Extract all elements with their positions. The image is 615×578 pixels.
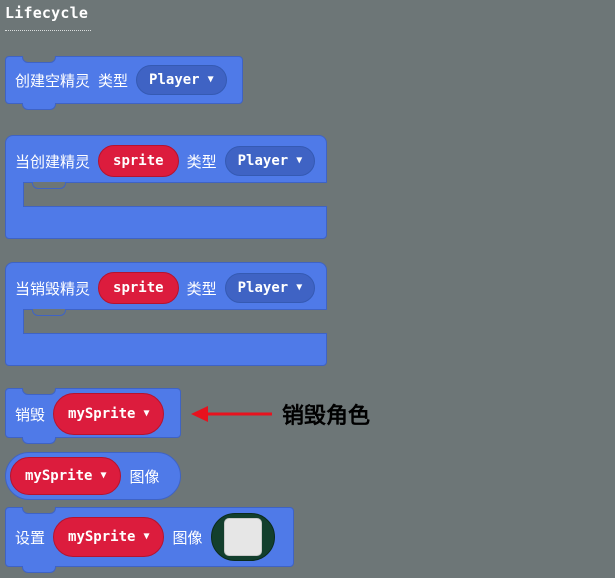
annotation-arrow-icon [191, 406, 272, 422]
sprite-image-reporter[interactable]: mySprite ▼ 图像 [5, 452, 181, 500]
set-label: 设置 [15, 528, 46, 547]
caret-down-icon: ▼ [296, 155, 303, 166]
caret-down-icon: ▼ [143, 408, 150, 419]
kind-dropdown[interactable]: Player ▼ [224, 273, 316, 303]
kind-dropdown[interactable]: Player ▼ [136, 65, 227, 95]
category-title: Lifecycle [5, 4, 89, 22]
statement-slot[interactable] [23, 182, 327, 207]
my-sprite-dropdown[interactable]: mySprite ▼ [53, 393, 165, 435]
caret-down-icon: ▼ [143, 531, 150, 542]
my-sprite-value: mySprite [25, 468, 93, 484]
annotation-label: 销毁角色 [282, 404, 371, 429]
destroy-label: 销毁 [15, 405, 46, 424]
type-label: 类型 [186, 152, 217, 171]
kind-value: Player [237, 153, 289, 169]
sprite-variable[interactable]: sprite [98, 145, 179, 177]
on-created-label: 当创建精灵 [15, 152, 91, 171]
caret-down-icon: ▼ [296, 282, 303, 293]
image-picker[interactable] [210, 513, 275, 561]
my-sprite-dropdown[interactable]: mySprite ▼ [53, 517, 165, 557]
on-destroyed-label: 当销毁精灵 [15, 279, 91, 298]
destroy-sprite-block[interactable]: 销毁 mySprite ▼ [5, 388, 181, 444]
kind-value: Player [237, 280, 289, 296]
image-preview [223, 518, 262, 556]
sprite-variable[interactable]: sprite [98, 272, 179, 304]
caret-down-icon: ▼ [100, 470, 107, 481]
kind-value: Player [149, 72, 200, 88]
my-sprite-value: mySprite [68, 406, 136, 422]
caret-down-icon: ▼ [207, 74, 214, 85]
image-label: 图像 [129, 467, 160, 486]
on-created-sprite-block[interactable]: 当创建精灵 sprite 类型 Player ▼ [5, 135, 327, 239]
statement-slot[interactable] [23, 309, 327, 334]
image-label: 图像 [172, 528, 203, 547]
my-sprite-dropdown[interactable]: mySprite ▼ [10, 457, 122, 495]
on-destroyed-sprite-block[interactable]: 当销毁精灵 sprite 类型 Player ▼ [5, 262, 327, 366]
type-label: 类型 [186, 279, 217, 298]
kind-dropdown[interactable]: Player ▼ [224, 146, 316, 176]
create-empty-sprite-block[interactable]: 创建空精灵 类型 Player ▼ [5, 56, 243, 110]
category-underline [5, 30, 91, 31]
my-sprite-value: mySprite [68, 529, 136, 545]
type-label: 类型 [98, 71, 129, 90]
set-sprite-image-block[interactable]: 设置 mySprite ▼ 图像 [5, 507, 294, 573]
create-empty-sprite-label: 创建空精灵 [15, 71, 91, 90]
